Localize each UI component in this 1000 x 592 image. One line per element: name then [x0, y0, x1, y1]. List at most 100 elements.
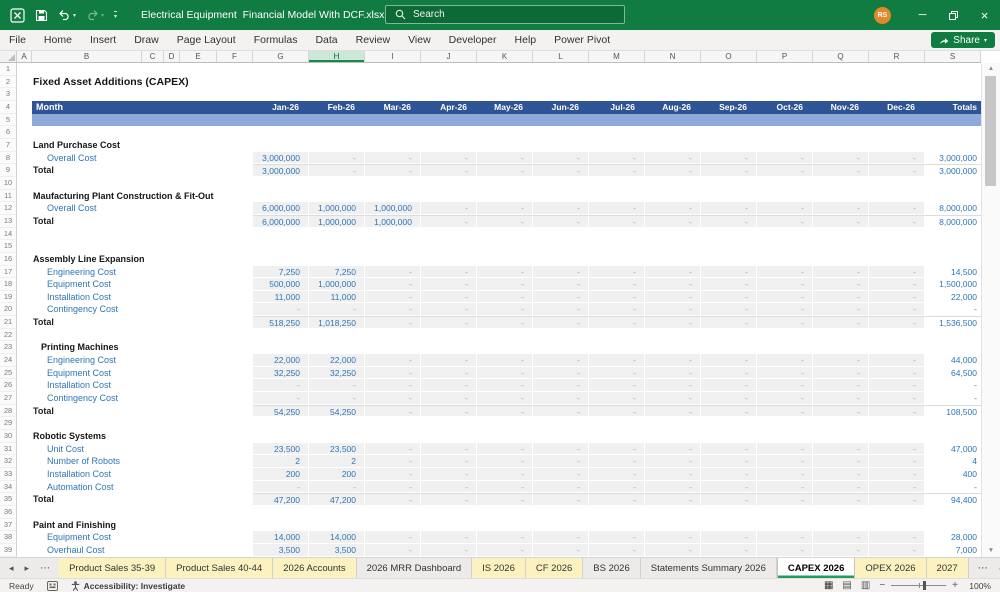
data-cell[interactable]: - [421, 278, 477, 291]
data-cell[interactable]: - [645, 379, 701, 393]
data-cell[interactable]: - [701, 303, 757, 317]
menu-tab-developer[interactable]: Developer [440, 30, 506, 50]
data-cell[interactable]: 11,000 [309, 290, 365, 304]
data-cell[interactable]: - [421, 354, 477, 367]
page-layout-view-icon[interactable]: ▤ [842, 580, 851, 592]
data-cell[interactable]: 3,500 [309, 543, 365, 557]
column-header-n[interactable]: N [645, 51, 701, 62]
row-number-6[interactable]: 6 [0, 126, 17, 139]
data-cell[interactable]: - [813, 442, 869, 456]
data-cell[interactable]: - [701, 164, 757, 177]
column-header-b[interactable]: B [32, 51, 142, 62]
column-header-j[interactable]: J [421, 51, 477, 62]
column-header-e[interactable]: E [180, 51, 217, 62]
menu-tab-data[interactable]: Data [306, 30, 346, 50]
redo-icon[interactable]: ▾ [86, 9, 104, 21]
data-cell[interactable]: - [589, 468, 645, 481]
data-cell[interactable]: - [701, 354, 757, 367]
data-cell[interactable]: - [869, 404, 925, 418]
row-number-36[interactable]: 36 [0, 505, 17, 519]
cell-a32[interactable] [17, 455, 32, 468]
sheet-tab-statements-summary-2026[interactable]: Statements Summary 2026 [641, 558, 777, 578]
data-cell[interactable]: - [701, 493, 757, 506]
cell-a22[interactable] [17, 329, 32, 342]
data-cell[interactable]: - [813, 151, 869, 165]
row-number-17[interactable]: 17 [0, 265, 17, 279]
column-header-g[interactable]: G [253, 51, 309, 62]
column-header-i[interactable]: I [365, 51, 421, 62]
data-cell[interactable]: - [477, 404, 533, 418]
data-cell[interactable]: - [645, 468, 701, 481]
row-number-2[interactable]: 2 [0, 75, 17, 89]
data-cell[interactable]: 23,500 [253, 442, 309, 456]
total-cell[interactable]: 22,000 [925, 291, 981, 304]
cell-a25[interactable] [17, 367, 32, 380]
data-cell[interactable]: - [533, 316, 589, 329]
data-cell[interactable]: - [365, 442, 421, 456]
cell-a6[interactable] [17, 126, 32, 139]
data-cell[interactable]: - [645, 493, 701, 506]
close-button[interactable]: × [969, 0, 1000, 30]
total-cell[interactable]: 108,500 [925, 404, 981, 418]
zoom-out-icon[interactable]: − [879, 580, 885, 591]
row-number-12[interactable]: 12 [0, 202, 17, 215]
data-cell[interactable]: 47,200 [253, 493, 309, 506]
data-cell[interactable]: - [589, 202, 645, 215]
data-cell[interactable]: - [813, 366, 869, 380]
cell-a17[interactable] [17, 266, 32, 279]
cell-a11[interactable] [17, 190, 32, 203]
data-cell[interactable]: - [813, 164, 869, 177]
data-cell[interactable]: - [477, 354, 533, 367]
cell-a4[interactable] [17, 101, 32, 114]
data-cell[interactable]: - [757, 442, 813, 456]
data-cell[interactable]: - [589, 164, 645, 177]
data-cell[interactable]: - [645, 290, 701, 304]
cell-a5[interactable] [17, 114, 32, 127]
cell-a19[interactable] [17, 291, 32, 304]
data-cell[interactable]: 11,000 [253, 290, 309, 304]
data-cell[interactable]: - [813, 202, 869, 215]
data-cell[interactable]: - [645, 303, 701, 317]
data-cell[interactable]: - [645, 442, 701, 456]
data-cell[interactable]: - [533, 265, 589, 279]
data-cell[interactable]: 14,000 [309, 531, 365, 544]
customize-qat-icon[interactable]: ▾ [114, 10, 118, 20]
data-cell[interactable]: - [757, 468, 813, 481]
data-cell[interactable]: - [869, 366, 925, 380]
data-cell[interactable]: - [757, 303, 813, 317]
data-cell[interactable]: - [477, 468, 533, 481]
data-cell[interactable]: 1,018,250 [309, 316, 365, 329]
data-cell[interactable]: - [645, 354, 701, 367]
data-cell[interactable]: - [421, 404, 477, 418]
data-cell[interactable]: 54,250 [309, 404, 365, 418]
cell-a28[interactable] [17, 405, 32, 418]
data-cell[interactable]: - [701, 468, 757, 481]
cell-a29[interactable] [17, 417, 32, 430]
row-number-34[interactable]: 34 [0, 480, 17, 494]
sheet-tab-product-sales-35-39[interactable]: Product Sales 35-39 [59, 558, 167, 578]
data-cell[interactable]: - [309, 151, 365, 165]
menu-tab-power-pivot[interactable]: Power Pivot [545, 30, 619, 50]
data-cell[interactable]: - [589, 404, 645, 418]
data-cell[interactable]: - [589, 151, 645, 165]
sheet-tab-2026-accounts[interactable]: 2026 Accounts [273, 558, 357, 578]
data-cell[interactable]: - [645, 480, 701, 494]
data-cell[interactable]: - [701, 543, 757, 557]
cell-a37[interactable] [17, 519, 32, 532]
data-cell[interactable]: - [813, 480, 869, 494]
search-box[interactable]: Search [385, 5, 625, 24]
data-cell[interactable]: - [813, 303, 869, 317]
data-cell[interactable]: - [813, 265, 869, 279]
data-cell[interactable]: - [869, 493, 925, 506]
data-cell[interactable]: - [589, 290, 645, 304]
data-cell[interactable]: - [813, 404, 869, 418]
data-cell[interactable]: - [477, 493, 533, 506]
row-number-27[interactable]: 27 [0, 392, 17, 405]
total-cell[interactable]: 94,400 [925, 493, 981, 506]
data-cell[interactable]: - [533, 379, 589, 393]
menu-tab-page-layout[interactable]: Page Layout [168, 30, 245, 50]
data-cell[interactable]: - [533, 151, 589, 165]
sheet-tab-is-2026[interactable]: IS 2026 [472, 558, 526, 578]
data-cell[interactable]: - [869, 278, 925, 291]
data-cell[interactable]: - [309, 303, 365, 317]
